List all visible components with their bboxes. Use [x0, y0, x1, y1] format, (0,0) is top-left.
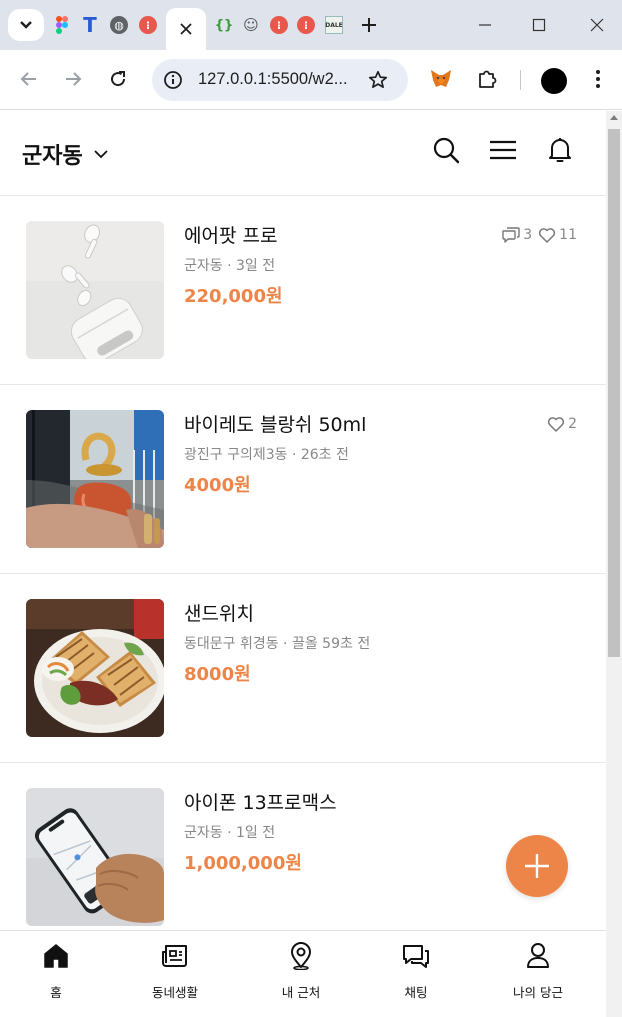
- tab-search-button[interactable]: [8, 9, 44, 41]
- search-button[interactable]: [431, 135, 461, 165]
- scroll-up-arrow-icon[interactable]: [610, 115, 618, 120]
- chat-count: 3: [523, 227, 533, 243]
- back-button[interactable]: [16, 66, 42, 92]
- hamburger-menu-icon: [490, 140, 516, 160]
- scroll-thumb[interactable]: [608, 129, 620, 657]
- nav-chat[interactable]: 채팅: [356, 941, 476, 1001]
- nav-label: 채팅: [404, 985, 428, 1000]
- product-title: 에어팟 프로: [184, 225, 278, 247]
- globe-icon[interactable]: ◍: [110, 16, 128, 34]
- reload-icon: [111, 71, 126, 87]
- nav-label: 나의 당근: [513, 985, 563, 1000]
- nav-my-page[interactable]: 나의 당근: [478, 941, 598, 1001]
- arrow-right-icon: [66, 72, 82, 86]
- product-title: 아이폰 13프로맥스: [184, 792, 337, 814]
- window-close-button[interactable]: [586, 14, 608, 36]
- search-icon: [433, 137, 460, 164]
- maximize-icon: [532, 18, 546, 32]
- reload-button[interactable]: [105, 66, 131, 92]
- nav-nearby[interactable]: 내 근처: [241, 941, 361, 1001]
- notification-button[interactable]: [545, 135, 575, 165]
- forward-button[interactable]: [60, 66, 86, 92]
- like-count: 2: [568, 416, 577, 432]
- minimize-button[interactable]: [474, 14, 496, 36]
- browser-tab-strip: T ◍ ⁝ {} ☺ ⁝ ⁝ DALE: [0, 0, 622, 50]
- product-price: 8000원: [184, 664, 251, 685]
- braces-icon[interactable]: {}: [215, 16, 234, 34]
- dale-icon[interactable]: DALE: [325, 16, 343, 34]
- product-price: 1,000,000원: [184, 853, 302, 874]
- product-thumbnail-sandwich[interactable]: [26, 599, 164, 737]
- product-title: 바이레도 블랑쉬 50ml: [184, 414, 367, 436]
- newspaper-icon: [160, 941, 190, 971]
- profile-avatar[interactable]: [541, 68, 567, 94]
- plus-icon: [362, 18, 376, 32]
- product-price: 4000원: [184, 475, 251, 496]
- product-counts: 3 11: [502, 227, 580, 243]
- chat-bubble-icon: [502, 227, 520, 243]
- url-text[interactable]: 127.0.0.1:5500/w2...: [198, 70, 348, 89]
- product-meta: 군자동 · 3일 전: [184, 258, 276, 274]
- minimize-icon: [479, 24, 491, 26]
- app-page: 군자동 에어팟 프로 군자동 · 3일 전 220,000원 3 11 바이레도…: [0, 111, 606, 1017]
- heart-icon: [548, 417, 565, 432]
- nav-label: 홈: [50, 985, 62, 1000]
- t-icon[interactable]: T: [81, 13, 99, 37]
- metamask-extension-icon[interactable]: [428, 66, 454, 92]
- nav-label: 동네생활: [151, 985, 198, 1000]
- figma-icon[interactable]: [56, 16, 68, 34]
- location-selector[interactable]: 군자동: [22, 138, 109, 170]
- product-meta: 동대문구 휘경동 · 끌올 59초 전: [184, 636, 371, 652]
- close-icon: [180, 23, 192, 35]
- browser-toolbar: 127.0.0.1:5500/w2...: [0, 50, 622, 110]
- product-price: 220,000원: [184, 286, 283, 307]
- chat-icon: [401, 941, 431, 971]
- product-meta: 광진구 구의제3동 · 26초 전: [184, 447, 349, 463]
- site-info-icon[interactable]: [162, 69, 184, 91]
- location-pin-icon: [286, 941, 316, 971]
- person-icon: [523, 941, 553, 971]
- location-name: 군자동: [22, 144, 83, 169]
- bottom-navigation: 홈 동네생활 내 근처 채팅 나의 당근: [0, 930, 606, 1017]
- chevron-down-icon: [20, 21, 32, 29]
- red-app-icon[interactable]: ⁝: [139, 16, 157, 34]
- nav-label: 내 근처: [281, 985, 321, 1000]
- chevron-down-icon: [94, 150, 108, 159]
- maximize-button[interactable]: [528, 14, 550, 36]
- new-tab-button[interactable]: [358, 14, 380, 36]
- product-title: 샌드위치: [184, 603, 254, 625]
- extensions-puzzle-icon[interactable]: [474, 66, 500, 92]
- active-tab[interactable]: [166, 8, 206, 50]
- app-header: 군자동: [0, 111, 606, 196]
- plus-icon: [525, 854, 549, 878]
- page-scrollbar[interactable]: [606, 111, 622, 1017]
- toolbar-divider: [520, 70, 521, 90]
- red-app-icon[interactable]: ⁝: [297, 16, 315, 34]
- add-product-button[interactable]: [506, 835, 568, 897]
- address-bar[interactable]: 127.0.0.1:5500/w2...: [152, 59, 408, 101]
- product-item[interactable]: 바이레도 블랑쉬 50ml 광진구 구의제3동 · 26초 전 4000원 2: [0, 385, 606, 574]
- nav-home[interactable]: 홈: [0, 941, 116, 1001]
- red-app-icon[interactable]: ⁝: [270, 16, 288, 34]
- menu-button[interactable]: [488, 135, 518, 165]
- bookmark-star-icon[interactable]: [366, 68, 390, 92]
- nav-neighborhood[interactable]: 동네생활: [115, 941, 235, 1001]
- product-item[interactable]: 에어팟 프로 군자동 · 3일 전 220,000원 3 11: [0, 196, 606, 385]
- product-meta: 군자동 · 1일 전: [184, 825, 276, 841]
- home-icon: [41, 941, 71, 971]
- product-thumbnail-iphone[interactable]: [26, 788, 164, 926]
- like-count: 11: [559, 227, 577, 243]
- arrow-left-icon: [20, 72, 36, 86]
- product-counts: 2: [547, 416, 580, 432]
- product-thumbnail-perfume[interactable]: [26, 410, 164, 548]
- product-thumbnail-airpods[interactable]: [26, 221, 164, 359]
- ghost-icon[interactable]: ☺: [242, 16, 260, 34]
- close-icon: [590, 18, 604, 32]
- product-item[interactable]: 샌드위치 동대문구 휘경동 · 끌올 59초 전 8000원: [0, 574, 606, 763]
- heart-icon: [539, 228, 556, 243]
- more-menu-icon[interactable]: [585, 66, 611, 92]
- bell-icon: [549, 138, 571, 162]
